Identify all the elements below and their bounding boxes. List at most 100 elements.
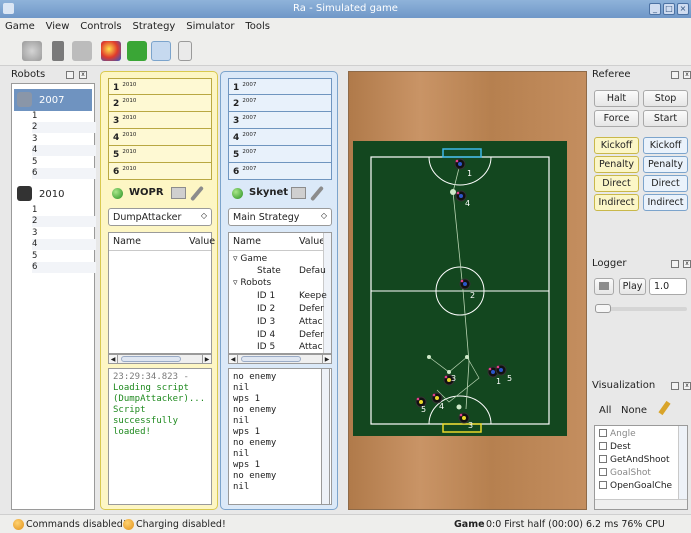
- indirect-blue-button[interactable]: Indirect: [643, 194, 688, 211]
- team-2010-row[interactable]: 2010: [14, 183, 92, 205]
- team-2007-row[interactable]: 2007: [14, 89, 92, 111]
- debug-tree[interactable]: Name Value ▿ Game State Defau ▿ Robots I…: [228, 232, 332, 354]
- vis-item-getandshoot[interactable]: GetAndShoot: [595, 455, 687, 466]
- float-panel-icon[interactable]: [66, 71, 74, 79]
- float-panel-icon[interactable]: [671, 71, 679, 79]
- list-item[interactable]: 3: [32, 228, 96, 239]
- vis-item-dest[interactable]: Dest: [595, 442, 687, 453]
- robot-slot-4[interactable]: 4 2010: [108, 129, 212, 146]
- direct-yellow-button[interactable]: Direct: [594, 175, 639, 192]
- horizontal-scrollbar[interactable]: [595, 499, 687, 509]
- robot-slot-1[interactable]: 1 2010: [108, 78, 212, 95]
- debug-table[interactable]: Name Value: [108, 232, 215, 354]
- menu-simulator[interactable]: Simulator: [181, 18, 237, 32]
- show-all-button[interactable]: All: [599, 405, 611, 416]
- kickoff-yellow-button[interactable]: Kickoff: [594, 137, 639, 154]
- slider-handle[interactable]: [595, 304, 611, 313]
- battery-icon[interactable]: [52, 41, 64, 61]
- float-panel-icon[interactable]: [671, 382, 679, 390]
- menu-tools[interactable]: Tools: [240, 18, 273, 32]
- close-panel-icon[interactable]: x: [683, 71, 691, 79]
- list-item[interactable]: 1: [32, 111, 96, 122]
- vis-item-opengoalcheck[interactable]: OpenGoalChe: [595, 481, 687, 492]
- direct-blue-button[interactable]: Direct: [643, 175, 688, 192]
- tree-robots[interactable]: ▿ Robots: [233, 278, 271, 288]
- robot-slot-6[interactable]: 6 2007: [228, 163, 332, 180]
- robot-slot-2[interactable]: 2 2007: [228, 95, 332, 112]
- robot-slot-6[interactable]: 6 2010: [108, 163, 212, 180]
- robot-slot-4[interactable]: 4 2007: [228, 129, 332, 146]
- vertical-scrollbar[interactable]: [678, 426, 687, 499]
- simulator-icon[interactable]: [101, 41, 121, 61]
- start-button[interactable]: Start: [643, 110, 688, 127]
- robot-list[interactable]: 2007 1 2 3 4 5 6 2010 1 2 3 4 5 6: [11, 83, 96, 510]
- open-log-button[interactable]: [594, 278, 614, 295]
- checkbox[interactable]: [599, 455, 607, 463]
- close-panel-icon[interactable]: x: [683, 382, 691, 390]
- checkbox[interactable]: [599, 481, 607, 489]
- scroll-left-icon[interactable]: ◀: [108, 354, 118, 364]
- menu-view[interactable]: View: [41, 18, 73, 32]
- minimize-button[interactable]: _: [649, 3, 661, 15]
- stop-button[interactable]: Stop: [643, 90, 688, 107]
- list-item[interactable]: 5: [32, 251, 96, 262]
- list-item[interactable]: 6: [32, 168, 96, 179]
- scroll-right-icon[interactable]: ▶: [202, 354, 212, 364]
- checkbox[interactable]: [599, 468, 607, 476]
- play-button[interactable]: Play: [619, 278, 646, 295]
- column-name[interactable]: Name: [233, 236, 261, 247]
- scroll-thumb[interactable]: [241, 356, 301, 362]
- list-item[interactable]: 1: [32, 205, 96, 216]
- list-item[interactable]: 2: [32, 216, 96, 227]
- robot-slot-1[interactable]: 1 2007: [228, 78, 332, 95]
- script-console[interactable]: no enemy nil wps 1 no enemy nil wps 1 no enemy…: [228, 368, 332, 505]
- field-canvas[interactable]: 1423451 53: [349, 72, 588, 511]
- split-view-icon[interactable]: [151, 41, 171, 61]
- scroll-left-icon[interactable]: ◀: [228, 354, 238, 364]
- gamepad-icon[interactable]: [72, 41, 92, 61]
- list-item[interactable]: 5: [32, 157, 96, 168]
- menu-game[interactable]: Game: [0, 18, 38, 32]
- horizontal-scrollbar[interactable]: ◀ ▶: [228, 354, 332, 364]
- script-console[interactable]: 23:29:34.823 - Loading script (DumpAttacke…: [108, 368, 212, 505]
- input-device-icon[interactable]: [22, 41, 42, 61]
- list-item[interactable]: 3: [32, 134, 96, 145]
- maximize-button[interactable]: □: [663, 3, 675, 15]
- wrench-icon[interactable]: [310, 185, 324, 202]
- list-item[interactable]: 4: [32, 145, 96, 156]
- robot-slot-3[interactable]: 3 2010: [108, 112, 212, 129]
- penalty-yellow-button[interactable]: Penalty: [594, 156, 639, 173]
- visualization-list[interactable]: Angle Dest GetAndShoot GoalShot OpenGoal…: [594, 425, 688, 510]
- close-button[interactable]: ×: [677, 3, 689, 15]
- close-panel-icon[interactable]: x: [683, 260, 691, 268]
- list-item[interactable]: 6: [32, 262, 96, 273]
- robot-slot-5[interactable]: 5 2010: [108, 146, 212, 163]
- open-script-icon[interactable]: [291, 187, 306, 199]
- scroll-thumb[interactable]: [121, 356, 181, 362]
- close-panel-icon[interactable]: x: [79, 71, 87, 79]
- horizontal-scrollbar[interactable]: ◀ ▶: [108, 354, 212, 364]
- scroll-right-icon[interactable]: ▶: [322, 354, 332, 364]
- halt-button[interactable]: Halt: [594, 90, 639, 107]
- column-value[interactable]: Value: [189, 236, 215, 247]
- menu-controls[interactable]: Controls: [75, 18, 124, 32]
- checkbox[interactable]: [599, 429, 607, 437]
- strategy-select[interactable]: DumpAttacker ◇: [108, 208, 212, 226]
- robot-slot-3[interactable]: 3 2007: [228, 112, 332, 129]
- broom-icon[interactable]: [658, 400, 671, 416]
- indirect-yellow-button[interactable]: Indirect: [594, 194, 639, 211]
- kickoff-blue-button[interactable]: Kickoff: [643, 137, 688, 154]
- field-view[interactable]: 142345153: [348, 71, 587, 510]
- checkbox[interactable]: [599, 442, 607, 450]
- show-none-button[interactable]: None: [621, 405, 647, 416]
- console-scrollbar[interactable]: [321, 368, 330, 505]
- speed-spinbox[interactable]: 1.0: [649, 278, 687, 295]
- vis-item-goalshot[interactable]: GoalShot: [595, 468, 687, 479]
- list-item[interactable]: 2: [32, 122, 96, 133]
- wrench-icon[interactable]: [190, 185, 204, 202]
- vis-item-angle[interactable]: Angle: [595, 429, 687, 440]
- column-name[interactable]: Name: [113, 236, 141, 247]
- open-script-icon[interactable]: [171, 187, 186, 199]
- menu-strategy[interactable]: Strategy: [128, 18, 179, 32]
- list-item[interactable]: 4: [32, 239, 96, 250]
